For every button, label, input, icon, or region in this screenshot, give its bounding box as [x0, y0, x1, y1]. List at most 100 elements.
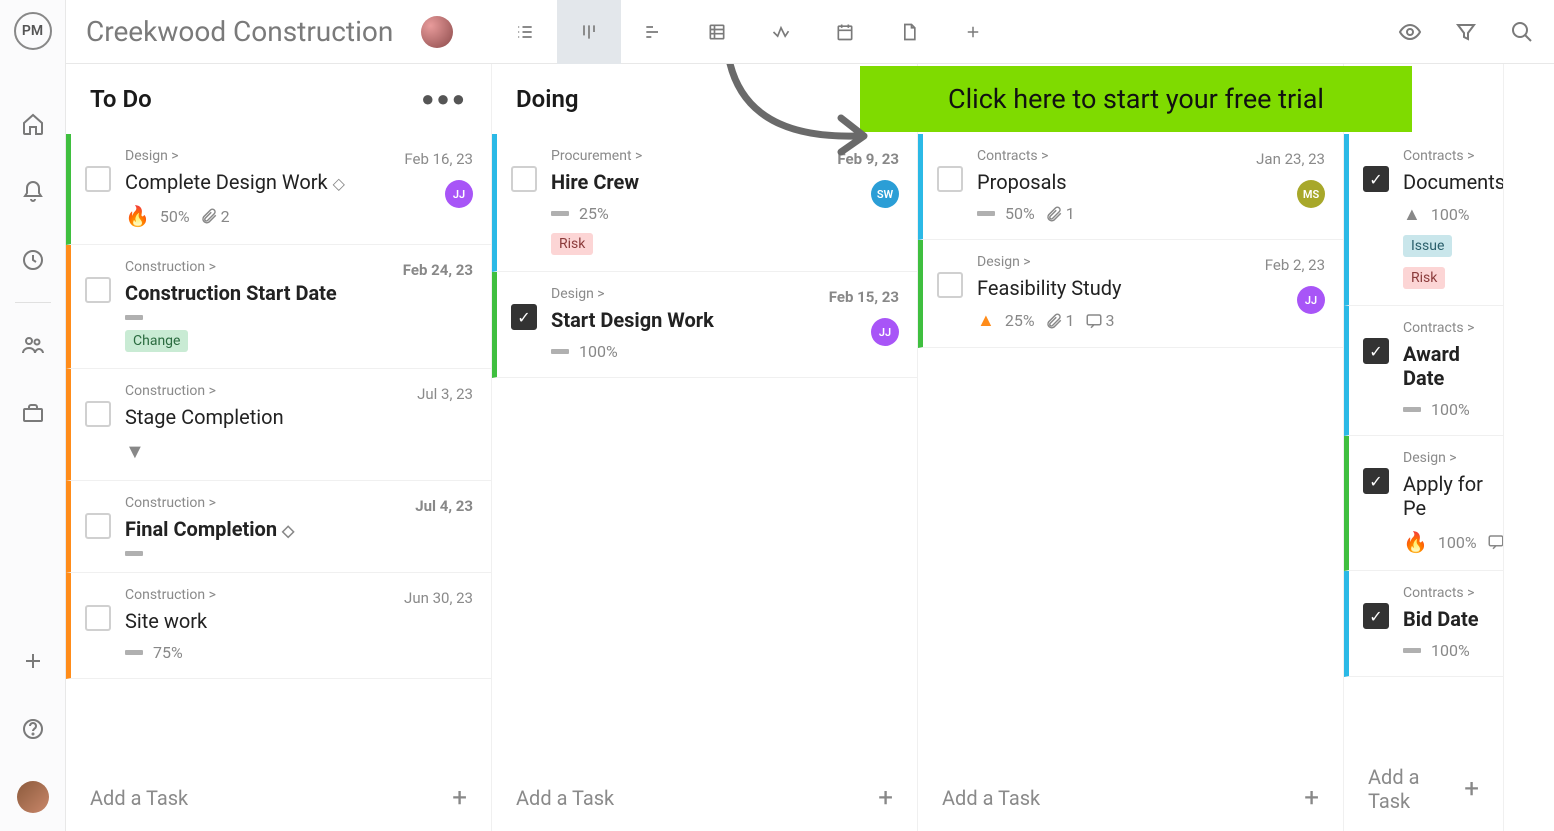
task-card[interactable]: ✓Contracts >Award Date100%: [1344, 306, 1503, 436]
milestone-icon: ◇: [333, 174, 345, 193]
task-title: Site work: [125, 609, 473, 633]
task-meta: 100%: [1403, 400, 1485, 419]
task-checkbox[interactable]: ✓: [1363, 603, 1389, 629]
task-category: Contracts >: [1403, 585, 1485, 601]
task-progress: 50%: [1005, 204, 1035, 223]
task-meta: [125, 315, 473, 320]
arrow-up-icon: ▲: [977, 310, 995, 331]
task-date: Jan 23, 23: [1256, 150, 1325, 168]
notifications-icon[interactable]: [21, 180, 45, 204]
user-avatar[interactable]: [17, 781, 49, 813]
list-view-tab[interactable]: [493, 0, 557, 64]
task-checkbox[interactable]: [937, 166, 963, 192]
task-checkbox[interactable]: ✓: [1363, 468, 1389, 494]
task-card[interactable]: Construction >Stage Completion▼Jul 3, 23: [66, 369, 491, 481]
task-card[interactable]: Design >Feasibility Study▲25% 1 3Feb 2, …: [918, 240, 1343, 348]
task-checkbox[interactable]: [85, 605, 111, 631]
task-title: Proposals: [977, 170, 1325, 194]
priority-dash-icon: [125, 551, 143, 556]
task-card[interactable]: Construction >Final Completion ◇Jul 4, 2…: [66, 481, 491, 573]
task-card[interactable]: ✓Design >Start Design Work100%Feb 15, 23…: [492, 272, 917, 378]
task-title: Apply for Pe: [1403, 472, 1485, 520]
attachment-icon: 2: [200, 207, 230, 226]
task-date: Feb 15, 23: [829, 288, 899, 306]
task-tag: Risk: [1403, 267, 1445, 289]
task-tag: Change: [125, 330, 188, 352]
task-checkbox[interactable]: [85, 401, 111, 427]
team-icon[interactable]: [21, 333, 45, 357]
board-column: Contracts >Proposals50% 1Jan 23, 23MSDes…: [918, 64, 1344, 831]
add-icon[interactable]: [21, 649, 45, 673]
clock-icon[interactable]: [21, 248, 45, 272]
task-checkbox[interactable]: [85, 166, 111, 192]
task-checkbox[interactable]: ✓: [1363, 166, 1389, 192]
task-tag: Issue: [1403, 235, 1452, 257]
sheet-view-tab[interactable]: [685, 0, 749, 64]
column-cards: ✓Contracts >Documents▲100%Issue Risk ✓ Co…: [1344, 134, 1503, 747]
task-card[interactable]: ✓Contracts >Bid Date100%: [1344, 571, 1503, 677]
task-card[interactable]: Design >Complete Design Work ◇🔥50% 2Feb …: [66, 134, 491, 245]
task-title: Start Design Work: [551, 308, 899, 332]
board-view-tab[interactable]: [557, 0, 621, 64]
add-task-button[interactable]: Add a Task+: [492, 765, 917, 831]
assignee-avatar[interactable]: JJ: [871, 318, 899, 346]
assignee-avatar[interactable]: SW: [871, 180, 899, 208]
task-title: Documents: [1403, 170, 1485, 194]
app-logo[interactable]: PM: [14, 12, 52, 50]
briefcase-icon[interactable]: [21, 401, 45, 425]
filter-icon[interactable]: [1454, 20, 1478, 44]
task-checkbox[interactable]: [937, 272, 963, 298]
comment-icon: [1487, 533, 1503, 551]
comment-icon: 3: [1085, 311, 1115, 330]
add-task-button[interactable]: Add a Task+: [1344, 747, 1503, 831]
task-checkbox[interactable]: ✓: [1363, 338, 1389, 364]
gantt-view-tab[interactable]: [621, 0, 685, 64]
task-checkbox[interactable]: [85, 513, 111, 539]
priority-dash-icon: [977, 211, 995, 216]
attachment-icon: 1: [1045, 311, 1075, 330]
task-category: Contracts >: [1403, 320, 1485, 336]
cta-banner[interactable]: Click here to start your free trial: [860, 66, 1412, 132]
task-meta: [125, 551, 473, 556]
flame-icon: 🔥: [1403, 530, 1428, 554]
task-tag: Risk: [551, 233, 593, 255]
task-checkbox[interactable]: [85, 277, 111, 303]
priority-dash-icon: [125, 315, 143, 320]
column-header: Doing: [492, 64, 917, 134]
add-task-button[interactable]: Add a Task+: [66, 765, 491, 831]
top-header: Creekwood Construction: [66, 0, 1554, 64]
task-progress: 100%: [1431, 400, 1470, 419]
assignee-avatar[interactable]: JJ: [1297, 286, 1325, 314]
assignee-avatar[interactable]: MS: [1297, 180, 1325, 208]
task-checkbox[interactable]: [511, 166, 537, 192]
task-card[interactable]: Contracts >Proposals50% 1Jan 23, 23MS: [918, 134, 1343, 240]
home-icon[interactable]: [21, 112, 45, 136]
column-cards: Procurement >Hire Crew25%Risk Feb 9, 23S…: [492, 134, 917, 765]
column-header: To Do●●●: [66, 64, 491, 134]
task-progress: 50%: [160, 207, 190, 226]
help-icon[interactable]: [21, 717, 45, 741]
task-card[interactable]: Construction >Construction Start DateCha…: [66, 245, 491, 369]
task-meta: 25%: [551, 204, 899, 223]
task-date: Jul 3, 23: [417, 385, 473, 403]
add-view-tab[interactable]: [941, 0, 1005, 64]
assignee-avatar[interactable]: JJ: [445, 180, 473, 208]
task-checkbox[interactable]: ✓: [511, 304, 537, 330]
add-task-label: Add a Task: [516, 786, 614, 810]
task-card[interactable]: ✓Contracts >Documents▲100%Issue Risk: [1344, 134, 1503, 306]
calendar-view-tab[interactable]: [813, 0, 877, 64]
task-card[interactable]: ✓Design >Apply for Pe🔥100%: [1344, 436, 1503, 571]
visibility-icon[interactable]: [1398, 20, 1422, 44]
dashboard-view-tab[interactable]: [749, 0, 813, 64]
project-avatar[interactable]: [421, 16, 453, 48]
task-meta: 50% 1: [977, 204, 1325, 223]
task-progress: 100%: [579, 342, 618, 361]
search-icon[interactable]: [1510, 20, 1534, 44]
board-column: To Do●●●Design >Complete Design Work ◇🔥5…: [66, 64, 492, 831]
task-card[interactable]: Procurement >Hire Crew25%Risk Feb 9, 23S…: [492, 134, 917, 272]
add-task-button[interactable]: Add a Task+: [918, 765, 1343, 831]
column-menu-icon[interactable]: ●●●: [421, 86, 467, 112]
task-date: Feb 9, 23: [837, 150, 899, 168]
task-card[interactable]: Construction >Site work75%Jun 30, 23: [66, 573, 491, 679]
files-view-tab[interactable]: [877, 0, 941, 64]
